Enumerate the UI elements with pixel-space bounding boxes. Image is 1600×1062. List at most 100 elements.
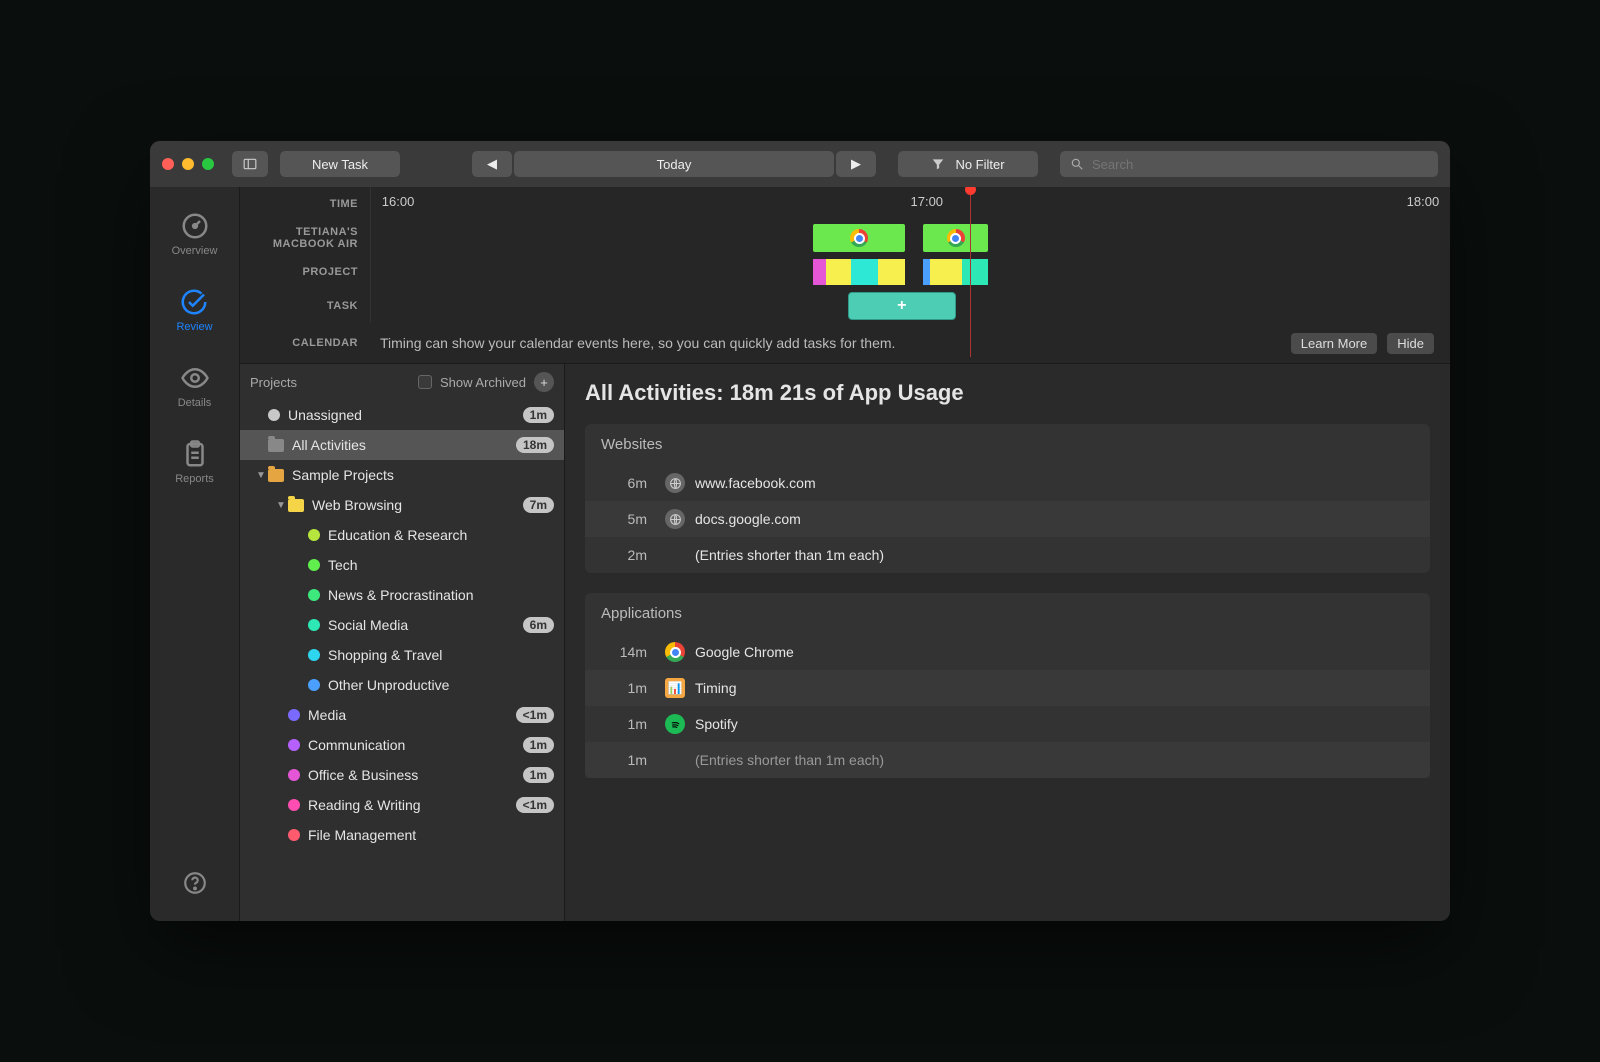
chrome-icon bbox=[665, 642, 685, 662]
project-row[interactable]: Communication1m bbox=[240, 730, 564, 760]
project-row[interactable]: ▼Web Browsing7m bbox=[240, 490, 564, 520]
learn-more-button[interactable]: Learn More bbox=[1291, 333, 1377, 354]
project-row[interactable]: Office & Business1m bbox=[240, 760, 564, 790]
activity-row[interactable]: 5m docs.google.com bbox=[585, 501, 1430, 537]
traffic-lights bbox=[162, 158, 214, 170]
maximize-button[interactable] bbox=[202, 158, 214, 170]
spotify-icon bbox=[665, 714, 685, 734]
spacer bbox=[665, 750, 685, 770]
filter-button[interactable]: No Filter bbox=[898, 151, 1038, 177]
project-label: Education & Research bbox=[328, 527, 554, 543]
timeline-project-block[interactable] bbox=[813, 259, 826, 285]
filter-label: No Filter bbox=[955, 157, 1004, 172]
project-row[interactable]: Media<1m bbox=[240, 700, 564, 730]
activity-duration: 5m bbox=[585, 511, 665, 527]
help-button[interactable] bbox=[182, 870, 208, 901]
next-day-button[interactable]: ▶ bbox=[836, 151, 876, 177]
toggle-sidebar-button[interactable] bbox=[232, 151, 268, 177]
timeline-ruler[interactable]: 16:00 17:00 18:00 bbox=[370, 187, 1450, 221]
rail-review[interactable]: Review bbox=[176, 287, 212, 333]
search-field[interactable] bbox=[1060, 151, 1438, 177]
activity-row[interactable]: 2m(Entries shorter than 1m each) bbox=[585, 537, 1430, 573]
activity-duration: 6m bbox=[585, 475, 665, 491]
timeline-playhead[interactable] bbox=[970, 187, 971, 357]
card-title: Websites bbox=[585, 424, 1430, 465]
project-label: Other Unproductive bbox=[328, 677, 554, 693]
chevron-down-icon: ▼ bbox=[254, 470, 268, 481]
project-row[interactable]: File Management bbox=[240, 820, 564, 850]
eye-icon bbox=[180, 363, 210, 393]
activity-row[interactable]: 6mwww.facebook.com bbox=[585, 465, 1430, 501]
add-project-button[interactable]: + bbox=[534, 372, 554, 392]
activity-row[interactable]: 1m📊Timing bbox=[585, 670, 1430, 706]
add-task-block[interactable]: + bbox=[848, 292, 956, 320]
projects-panel: Projects Show Archived + Unassigned1mAll… bbox=[240, 364, 565, 921]
duration-badge: 7m bbox=[523, 497, 554, 513]
date-label-button[interactable]: Today bbox=[514, 151, 834, 177]
project-label: All Activities bbox=[292, 437, 516, 453]
project-row[interactable]: Unassigned1m bbox=[240, 400, 564, 430]
color-dot-icon bbox=[288, 739, 300, 751]
timeline-project-track[interactable] bbox=[370, 255, 1450, 289]
project-label: News & Procrastination bbox=[328, 587, 554, 603]
activity-name: Google Chrome bbox=[695, 644, 794, 660]
color-dot-icon bbox=[288, 799, 300, 811]
left-rail: Overview Review Details Reports bbox=[150, 187, 240, 921]
project-label: Social Media bbox=[328, 617, 523, 633]
project-row[interactable]: ▼ Sample Projects bbox=[240, 460, 564, 490]
project-label: Shopping & Travel bbox=[328, 647, 554, 663]
activity-name: docs.google.com bbox=[695, 511, 801, 527]
project-row[interactable]: Social Media6m bbox=[240, 610, 564, 640]
timeline-app-block[interactable] bbox=[923, 224, 988, 252]
project-row[interactable]: News & Procrastination bbox=[240, 580, 564, 610]
timeline-task-track[interactable]: + bbox=[370, 289, 1450, 323]
timeline-project-block[interactable] bbox=[851, 259, 878, 285]
project-row[interactable]: Other Unproductive bbox=[240, 670, 564, 700]
hide-calendar-button[interactable]: Hide bbox=[1387, 333, 1434, 354]
activity-row[interactable]: 1m (Entries shorter than 1m each) bbox=[585, 742, 1430, 778]
close-button[interactable] bbox=[162, 158, 174, 170]
activity-card: Applications14mGoogle Chrome1m📊Timing1mS… bbox=[585, 593, 1430, 778]
activity-name: Timing bbox=[695, 680, 737, 696]
project-row[interactable]: Reading & Writing<1m bbox=[240, 790, 564, 820]
folder-icon bbox=[268, 439, 284, 452]
folder-icon bbox=[288, 499, 304, 512]
minimize-button[interactable] bbox=[182, 158, 194, 170]
project-row[interactable]: All Activities18m bbox=[240, 430, 564, 460]
app-window: New Task ◀ Today ▶ No Filter Overview Re… bbox=[150, 141, 1450, 921]
timeline-project-block[interactable] bbox=[930, 259, 962, 285]
color-dot-icon bbox=[308, 679, 320, 691]
projects-tree: Unassigned1mAll Activities18m ▼ Sample Pro… bbox=[240, 400, 564, 921]
activity-row[interactable]: 1mSpotify bbox=[585, 706, 1430, 742]
sidebar-icon bbox=[243, 157, 257, 171]
project-label: Reading & Writing bbox=[308, 797, 516, 813]
date-nav: ◀ Today ▶ bbox=[472, 151, 876, 177]
rail-reports[interactable]: Reports bbox=[175, 439, 214, 485]
timeline-project-block[interactable] bbox=[962, 259, 988, 285]
timeline-project-block[interactable] bbox=[878, 259, 905, 285]
project-row[interactable]: Shopping & Travel bbox=[240, 640, 564, 670]
card-title: Applications bbox=[585, 593, 1430, 634]
timeline-device-track[interactable] bbox=[370, 221, 1450, 255]
show-archived-checkbox[interactable] bbox=[418, 375, 432, 389]
project-label: Web Browsing bbox=[312, 497, 523, 513]
timeline-project-block[interactable] bbox=[826, 259, 851, 285]
search-input[interactable] bbox=[1092, 157, 1428, 172]
prev-day-button[interactable]: ◀ bbox=[472, 151, 512, 177]
timeline-app-block[interactable] bbox=[813, 224, 905, 252]
color-dot-icon bbox=[308, 619, 320, 631]
new-task-button[interactable]: New Task bbox=[280, 151, 400, 177]
project-label: Sample Projects bbox=[292, 467, 554, 483]
project-row[interactable]: Tech bbox=[240, 550, 564, 580]
activity-row[interactable]: 14mGoogle Chrome bbox=[585, 634, 1430, 670]
search-icon bbox=[1070, 157, 1084, 171]
funnel-icon bbox=[931, 157, 945, 171]
color-dot-icon bbox=[288, 769, 300, 781]
activity-name: (Entries shorter than 1m each) bbox=[695, 752, 884, 768]
activity-duration: 1m bbox=[585, 752, 665, 768]
timeline-project-block[interactable] bbox=[923, 259, 929, 285]
rail-overview[interactable]: Overview bbox=[172, 211, 218, 257]
project-row[interactable]: Education & Research bbox=[240, 520, 564, 550]
spacer bbox=[665, 545, 685, 565]
rail-details[interactable]: Details bbox=[178, 363, 212, 409]
